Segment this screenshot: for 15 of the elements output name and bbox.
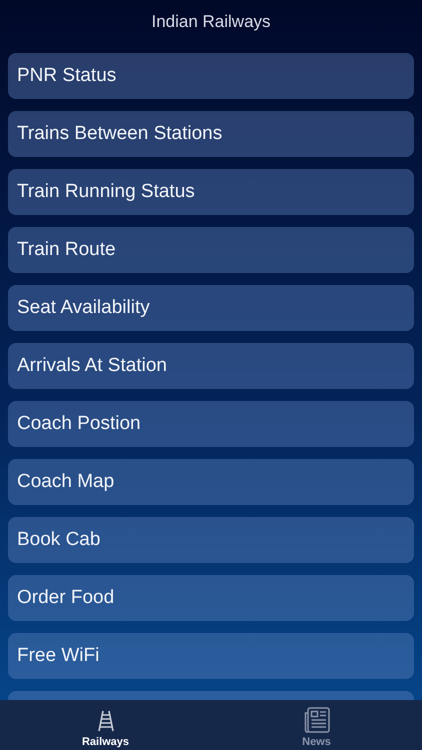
menu-item[interactable]: Coach Map [8, 459, 414, 505]
tab[interactable]: Railways [0, 700, 211, 750]
newspaper-icon [304, 707, 330, 733]
menu-item[interactable]: Book Cab [8, 517, 414, 563]
menu-item[interactable]: Train Route [8, 227, 414, 273]
menu-item[interactable]: Train Running Status [8, 169, 414, 215]
menu-item[interactable]: Coach Postion [8, 401, 414, 447]
menu-item[interactable]: Trains Between Stations [8, 111, 414, 157]
menu-item[interactable]: Seat Availability [8, 285, 414, 331]
menu-item[interactable]: PNR Status [8, 53, 414, 99]
menu-item[interactable]: Free WiFi [8, 633, 414, 679]
tab[interactable]: News [211, 700, 422, 750]
menu-item[interactable]: Arrivals At Station [8, 343, 414, 389]
screen-title: Indian Railways [151, 12, 271, 32]
menu-item[interactable]: Order Food [8, 575, 414, 621]
